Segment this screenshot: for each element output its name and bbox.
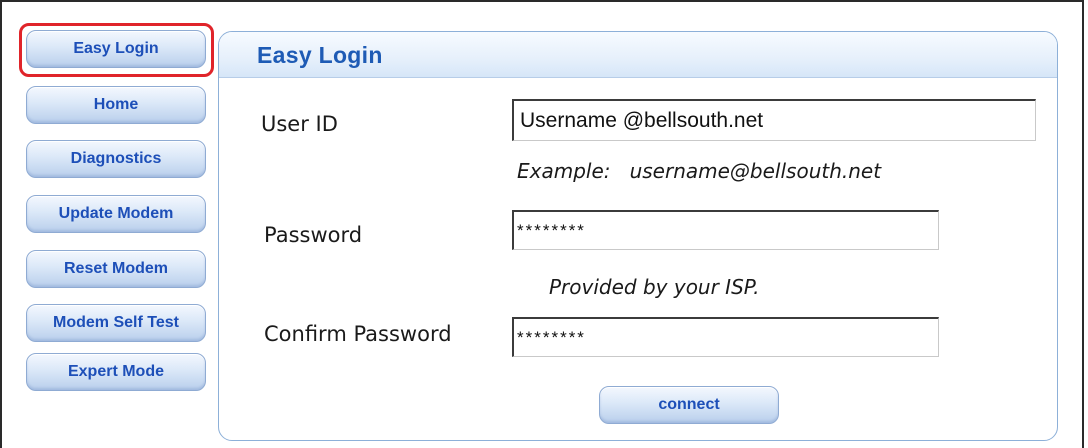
confirm-password-label: Confirm Password bbox=[264, 322, 452, 346]
confirm-password-input[interactable] bbox=[512, 317, 939, 357]
user-id-input[interactable] bbox=[512, 99, 1036, 141]
nav-expert-mode-button[interactable]: Expert Mode bbox=[26, 353, 206, 391]
password-input[interactable] bbox=[512, 210, 939, 250]
nav-modem-self-test-label: Modem Self Test bbox=[53, 314, 179, 331]
easy-login-panel: Easy Login User ID Example: username@bel… bbox=[218, 31, 1058, 441]
user-id-label: User ID bbox=[261, 112, 338, 136]
nav-update-modem-button[interactable]: Update Modem bbox=[26, 195, 206, 233]
nav-easy-login-label: Easy Login bbox=[73, 40, 159, 57]
connect-button[interactable]: connect bbox=[599, 386, 779, 424]
connect-label: connect bbox=[658, 396, 720, 413]
nav-expert-mode-label: Expert Mode bbox=[67, 363, 164, 380]
nav-reset-modem-button[interactable]: Reset Modem bbox=[26, 250, 206, 288]
password-hint: Provided by your ISP. bbox=[549, 275, 760, 299]
panel-title: Easy Login bbox=[257, 42, 383, 68]
panel-header: Easy Login bbox=[219, 32, 1057, 78]
nav-easy-login-button[interactable]: Easy Login bbox=[26, 30, 206, 68]
nav-home-button[interactable]: Home bbox=[26, 86, 206, 124]
nav-reset-modem-label: Reset Modem bbox=[63, 260, 169, 277]
nav-modem-self-test-button[interactable]: Modem Self Test bbox=[26, 304, 206, 342]
nav-diagnostics-button[interactable]: Diagnostics bbox=[26, 140, 206, 178]
nav-home-label: Home bbox=[93, 96, 139, 113]
user-id-hint: Example: username@bellsouth.net bbox=[517, 159, 882, 183]
nav-diagnostics-label: Diagnostics bbox=[70, 150, 162, 167]
nav-update-modem-label: Update Modem bbox=[58, 205, 174, 222]
password-label: Password bbox=[264, 223, 363, 247]
